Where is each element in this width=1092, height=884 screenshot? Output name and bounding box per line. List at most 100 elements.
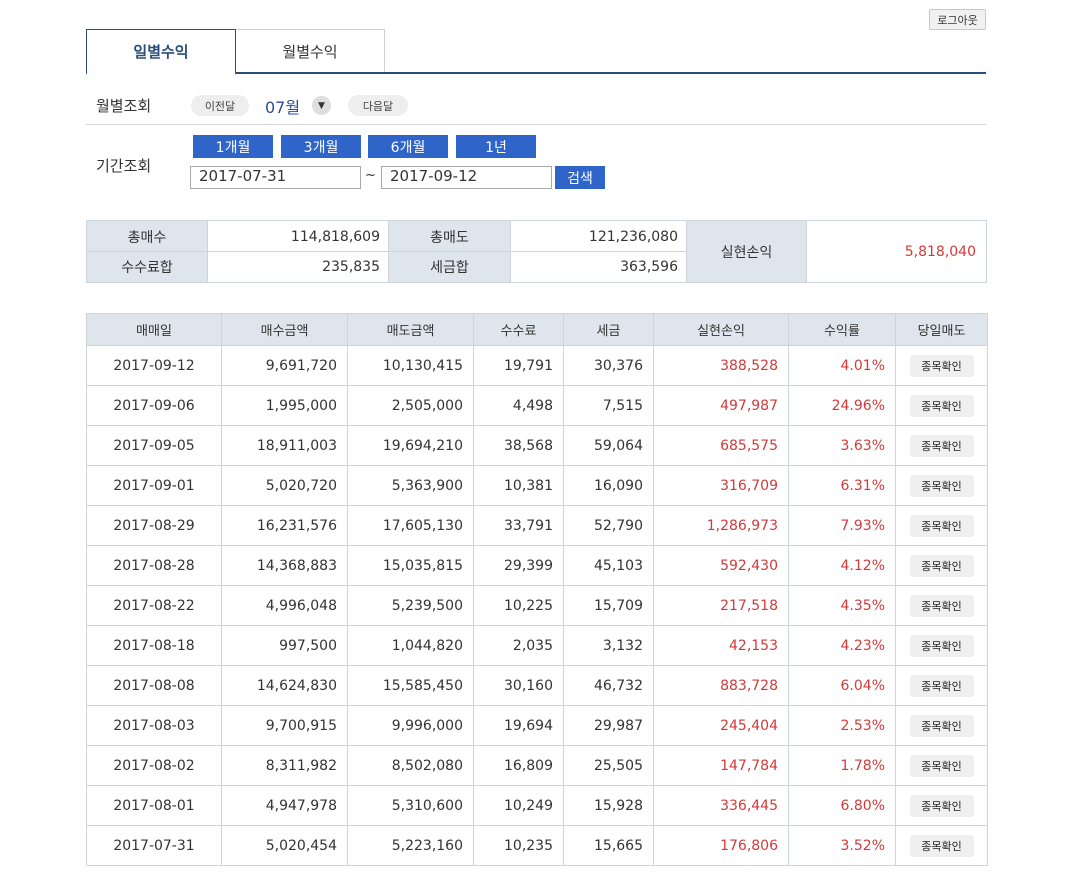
cell-realized: 176,806 — [653, 825, 789, 866]
cell-tax: 59,064 — [563, 425, 654, 466]
cell-sell-amount: 5,239,500 — [347, 585, 474, 626]
cell-tax: 52,790 — [563, 505, 654, 546]
col-header-buy-amount: 매수금액 — [221, 313, 348, 346]
cell-return-rate: 6.80% — [788, 785, 896, 826]
confirm-stock-button[interactable]: 종목확인 — [909, 794, 974, 817]
cell-buy-amount: 5,020,720 — [221, 465, 348, 506]
confirm-stock-button[interactable]: 종목확인 — [909, 674, 974, 697]
tab-daily-profit[interactable]: 일별수익 — [86, 29, 236, 75]
cell-realized: 217,518 — [653, 585, 789, 626]
cell-same-day-sell: 종목확인 — [895, 465, 988, 506]
month-search-label: 월별조회 — [96, 97, 152, 115]
confirm-stock-button[interactable]: 종목확인 — [909, 714, 974, 737]
logout-button[interactable]: 로그아웃 — [929, 9, 986, 30]
cell-fee: 19,694 — [473, 705, 564, 746]
period-3month-button[interactable]: 3개월 — [281, 135, 361, 158]
cell-sell-amount: 10,130,415 — [347, 345, 474, 386]
cell-buy-amount: 14,624,830 — [221, 665, 348, 706]
cell-buy-amount: 14,368,883 — [221, 545, 348, 586]
cell-buy-amount: 9,700,915 — [221, 705, 348, 746]
confirm-stock-button[interactable]: 종목확인 — [909, 474, 974, 497]
confirm-stock-button[interactable]: 종목확인 — [909, 434, 974, 457]
next-month-button[interactable]: 다음달 — [348, 95, 408, 116]
start-date-input[interactable]: 2017-07-31 — [190, 166, 361, 189]
cell-return-rate: 4.23% — [788, 625, 896, 666]
cell-return-rate: 24.96% — [788, 385, 896, 426]
table-row: 2017-08-02 8,311,982 8,502,080 16,809 25,505… — [86, 745, 988, 786]
cell-same-day-sell: 종목확인 — [895, 585, 988, 626]
cell-date: 2017-09-12 — [86, 345, 222, 386]
confirm-stock-button[interactable]: 종목확인 — [909, 834, 974, 857]
total-buy-label: 총매수 — [87, 221, 208, 252]
col-header-return-rate: 수익률 — [788, 313, 896, 346]
cell-realized: 497,987 — [653, 385, 789, 426]
cell-tax: 15,709 — [563, 585, 654, 626]
cell-date: 2017-08-02 — [86, 745, 222, 786]
cell-fee: 16,809 — [473, 745, 564, 786]
cell-sell-amount: 9,996,000 — [347, 705, 474, 746]
total-sell-label: 총매도 — [389, 221, 511, 252]
col-header-realized: 실현손익 — [653, 313, 789, 346]
search-button[interactable]: 검색 — [555, 166, 605, 189]
cell-buy-amount: 9,691,720 — [221, 345, 348, 386]
cell-fee: 29,399 — [473, 545, 564, 586]
cell-sell-amount: 5,310,600 — [347, 785, 474, 826]
cell-date: 2017-07-31 — [86, 825, 222, 866]
cell-same-day-sell: 종목확인 — [895, 545, 988, 586]
period-1month-button[interactable]: 1개월 — [193, 135, 273, 158]
cell-sell-amount: 1,044,820 — [347, 625, 474, 666]
confirm-stock-button[interactable]: 종목확인 — [909, 394, 974, 417]
period-1year-button[interactable]: 1년 — [456, 135, 536, 158]
cell-fee: 10,225 — [473, 585, 564, 626]
end-date-input[interactable]: 2017-09-12 — [381, 166, 552, 189]
cell-date: 2017-08-28 — [86, 545, 222, 586]
tax-total-value: 363,596 — [511, 251, 687, 282]
col-header-date: 매매일 — [86, 313, 222, 346]
confirm-stock-button[interactable]: 종목확인 — [909, 354, 974, 377]
cell-sell-amount: 5,363,900 — [347, 465, 474, 506]
table-row: 2017-08-22 4,996,048 5,239,500 10,225 15,709… — [86, 585, 988, 626]
cell-realized: 42,153 — [653, 625, 789, 666]
confirm-stock-button[interactable]: 종목확인 — [909, 514, 974, 537]
cell-return-rate: 6.31% — [788, 465, 896, 506]
table-row: 2017-07-31 5,020,454 5,223,160 10,235 15,665… — [86, 825, 988, 866]
prev-month-button[interactable]: 이전달 — [191, 95, 249, 116]
cell-realized: 592,430 — [653, 545, 789, 586]
cell-same-day-sell: 종목확인 — [895, 345, 988, 386]
cell-return-rate: 2.53% — [788, 705, 896, 746]
total-sell-value: 121,236,080 — [511, 221, 687, 252]
cell-tax: 29,987 — [563, 705, 654, 746]
table-row: 2017-09-01 5,020,720 5,363,900 10,381 16,090… — [86, 465, 988, 506]
col-header-sell-amount: 매도금액 — [347, 313, 474, 346]
cell-fee: 38,568 — [473, 425, 564, 466]
period-6month-button[interactable]: 6개월 — [368, 135, 448, 158]
cell-buy-amount: 4,996,048 — [221, 585, 348, 626]
cell-same-day-sell: 종목확인 — [895, 505, 988, 546]
cell-return-rate: 3.63% — [788, 425, 896, 466]
cell-sell-amount: 8,502,080 — [347, 745, 474, 786]
chevron-down-icon[interactable]: ▼ — [312, 96, 331, 115]
cell-buy-amount: 4,947,978 — [221, 785, 348, 826]
cell-realized: 883,728 — [653, 665, 789, 706]
summary-panel: 총매수 114,818,609 총매도 121,236,080 수수료합 235… — [86, 220, 987, 283]
cell-date: 2017-08-18 — [86, 625, 222, 666]
cell-date: 2017-09-06 — [86, 385, 222, 426]
cell-same-day-sell: 종목확인 — [895, 425, 988, 466]
confirm-stock-button[interactable]: 종목확인 — [909, 594, 974, 617]
cell-same-day-sell: 종목확인 — [895, 825, 988, 866]
cell-realized: 685,575 — [653, 425, 789, 466]
tab-monthly-profit[interactable]: 월별수익 — [235, 29, 385, 72]
cell-return-rate: 3.52% — [788, 825, 896, 866]
month-value: 07월 — [265, 98, 301, 117]
col-header-fee: 수수료 — [473, 313, 564, 346]
month-search-row: 월별조회 이전달 07월 ▼ 다음달 — [86, 85, 986, 125]
confirm-stock-button[interactable]: 종목확인 — [909, 754, 974, 777]
cell-realized: 147,784 — [653, 745, 789, 786]
confirm-stock-button[interactable]: 종목확인 — [909, 554, 974, 577]
confirm-stock-button[interactable]: 종목확인 — [909, 634, 974, 657]
fee-total-label: 수수료합 — [87, 251, 208, 282]
cell-same-day-sell: 종목확인 — [895, 665, 988, 706]
table-row: 2017-08-28 14,368,883 15,035,815 29,399 45,1… — [86, 545, 988, 586]
cell-tax: 16,090 — [563, 465, 654, 506]
cell-sell-amount: 17,605,130 — [347, 505, 474, 546]
